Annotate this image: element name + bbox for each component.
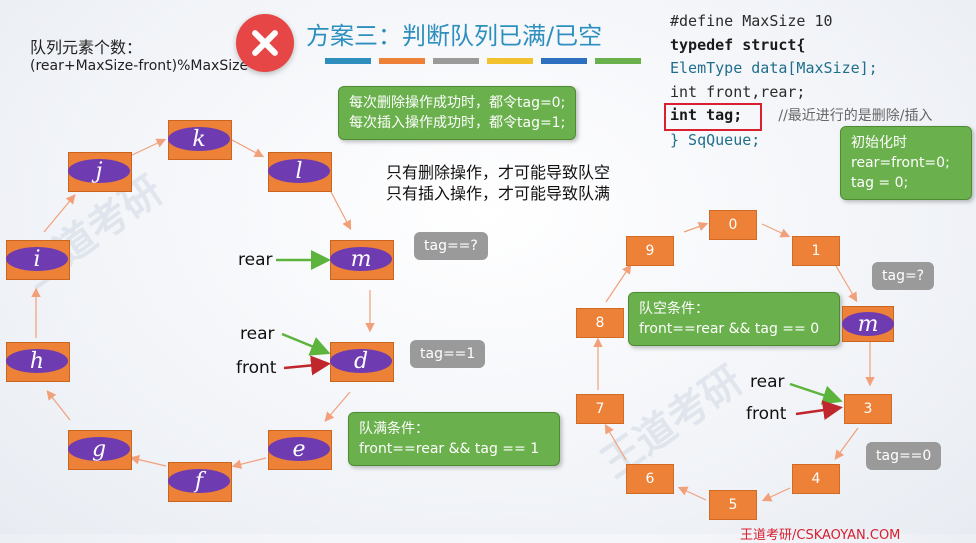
right-node-3: 3 xyxy=(844,394,892,424)
rear-label-3: rear xyxy=(750,372,785,392)
arrow-g-h xyxy=(46,390,71,421)
left-label-d: d xyxy=(330,349,392,374)
left-label-j: j xyxy=(68,159,130,184)
rear-label-d: rear xyxy=(240,324,275,344)
front-label-3: front xyxy=(746,404,787,424)
arrow-d-e xyxy=(324,391,351,422)
left-label-f: f xyxy=(168,469,230,494)
arrow-k-l xyxy=(231,139,265,158)
arrow-3-4 xyxy=(834,427,859,460)
right-node-4: 4 xyxy=(792,464,840,494)
arrow-8-9 xyxy=(605,264,632,303)
right-node-0: 0 xyxy=(709,210,757,240)
arrow-1-m xyxy=(835,265,858,303)
rear-label-m: rear xyxy=(238,250,273,270)
front-arrow-3 xyxy=(795,400,843,421)
right-node-9: 9 xyxy=(626,236,674,266)
arrow-0-1 xyxy=(761,223,791,238)
rear-arrow-d xyxy=(281,332,331,356)
arrow-4-5 xyxy=(761,487,791,502)
right-node-7: 7 xyxy=(576,394,624,424)
left-label-g: g xyxy=(68,437,130,462)
right-node-1: 1 xyxy=(792,236,840,266)
arrow-i-j xyxy=(43,194,76,233)
left-label-l: l xyxy=(268,159,330,184)
right-node-5: 5 xyxy=(709,490,757,520)
arrow-6-7 xyxy=(604,423,627,461)
arrow-j-k xyxy=(129,138,167,157)
arrows-layer xyxy=(31,138,875,502)
arrow-e-f xyxy=(231,457,267,469)
right-label-m: m xyxy=(842,312,894,337)
right-node-8: 8 xyxy=(576,308,624,338)
left-label-k: k xyxy=(168,127,230,152)
right-node-6: 6 xyxy=(626,464,674,494)
left-label-m: m xyxy=(330,247,392,272)
left-label-e: e xyxy=(268,437,330,462)
front-label-d: front xyxy=(236,358,277,378)
arrow-5-6 xyxy=(677,486,707,501)
left-label-h: h xyxy=(6,349,68,374)
front-arrow-d xyxy=(283,355,331,376)
arrow-l-m xyxy=(329,189,352,231)
left-label-i: i xyxy=(6,247,68,272)
rear-arrow-3 xyxy=(789,382,843,405)
arrow-f-g xyxy=(129,454,167,467)
arrow-9-0 xyxy=(683,221,709,233)
